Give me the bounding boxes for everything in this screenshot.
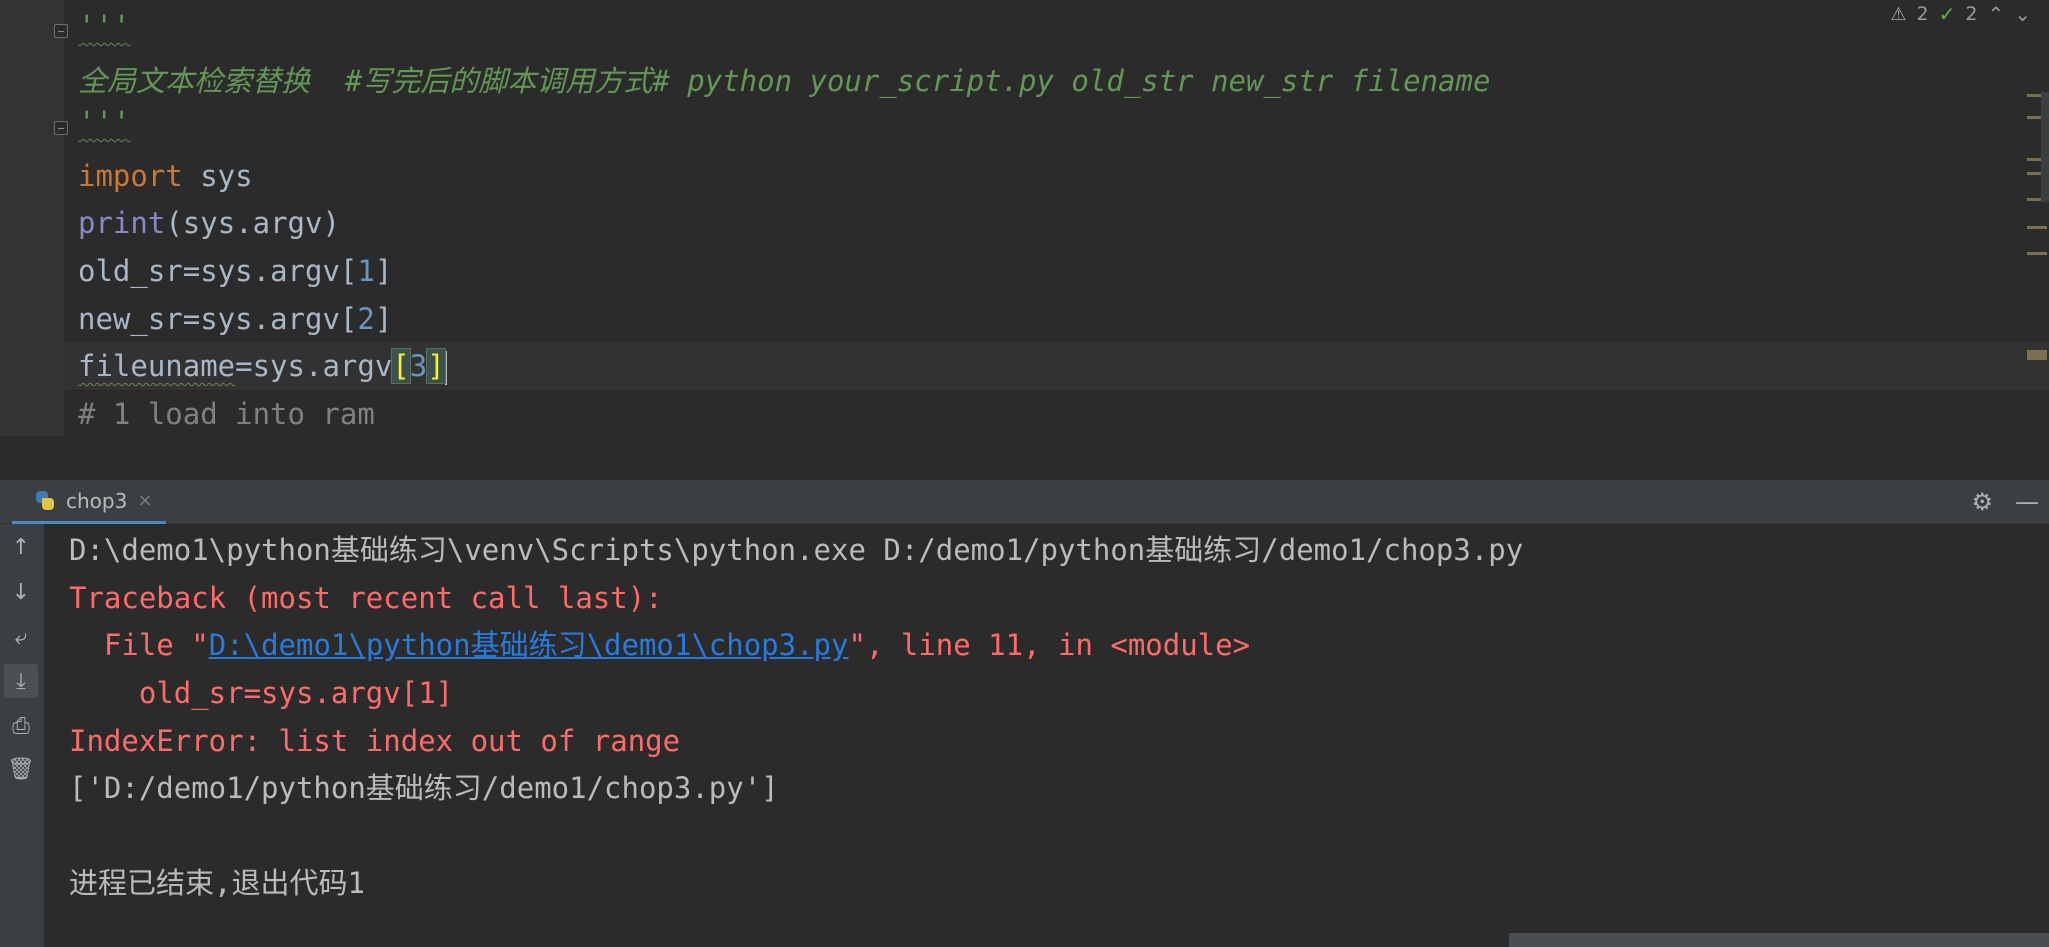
var-new-sr: new_sr bbox=[78, 302, 183, 336]
inspection-widget[interactable]: ⚠ 2 ✓ 2 ⌃ ⌄ bbox=[1890, 0, 2031, 28]
run-tool-window: chop3 × ⚙ — ↑ ↓ ⤶ ⤓ ⎙ 🗑 D:\demo1\python基… bbox=[0, 480, 2049, 947]
code-line-old-sr: old_sr=sys.argv[1] bbox=[78, 247, 392, 295]
weak-warning-count: 2 bbox=[1965, 3, 1978, 25]
code-line-docstring-text: 全局文本检索替换 #写完后的脚本调用方式# python your_script… bbox=[78, 64, 1491, 98]
assign-expr: =sys.argv[ bbox=[182, 302, 358, 336]
file-suffix: ", line 11, in <module> bbox=[848, 628, 1251, 662]
fold-toggle-icon[interactable] bbox=[54, 24, 68, 38]
print-args: (sys.argv) bbox=[165, 206, 340, 240]
minimize-icon[interactable]: — bbox=[2015, 488, 2039, 516]
python-icon bbox=[34, 490, 56, 512]
run-toolbar: ↑ ↓ ⤶ ⤓ ⎙ 🗑 bbox=[0, 524, 44, 947]
editor-vertical-scrollbar[interactable] bbox=[2041, 92, 2049, 202]
trash-icon[interactable]: 🗑 bbox=[4, 752, 38, 786]
stripe-marker[interactable] bbox=[2027, 226, 2047, 229]
var-old-sr: old_sr bbox=[78, 254, 183, 288]
code-line-docstring-close: ''' bbox=[78, 105, 131, 139]
editor-gutter bbox=[0, 0, 68, 436]
code-line-import: import sys bbox=[78, 152, 253, 200]
import-module: sys bbox=[182, 159, 253, 193]
gear-icon[interactable]: ⚙ bbox=[1971, 488, 1993, 516]
tab-label: chop3 bbox=[66, 488, 128, 513]
index-number: 3 bbox=[409, 349, 428, 383]
run-tool-header: chop3 × ⚙ — bbox=[0, 480, 2049, 524]
editor-bottom-space bbox=[0, 436, 2049, 480]
close-icon[interactable]: × bbox=[137, 490, 152, 511]
code-line-comment: # 1 load into ram bbox=[78, 397, 375, 431]
console-output[interactable]: D:\demo1\python基础练习\venv\Scripts\python.… bbox=[44, 524, 2049, 947]
traceback-file-link[interactable]: D:\demo1\python基础练习\demo1\chop3.py bbox=[209, 628, 849, 662]
stripe-marker-current[interactable] bbox=[2027, 350, 2047, 360]
console-argv-output: ['D:/demo1/python基础练习/demo1/chop3.py'] bbox=[69, 771, 779, 805]
soft-wrap-icon[interactable]: ⤶ bbox=[4, 620, 38, 654]
text-caret bbox=[444, 351, 447, 385]
index-number: 2 bbox=[357, 302, 375, 336]
fold-toggle-icon[interactable] bbox=[54, 121, 68, 135]
code-line-fileuname: fileuname=sys.argv[3] bbox=[78, 342, 447, 390]
console-traceback-file: File "D:\demo1\python基础练习\demo1\chop3.py… bbox=[69, 621, 1250, 669]
scroll-to-end-icon[interactable]: ⤓ bbox=[4, 664, 38, 698]
down-arrow-icon[interactable]: ↓ bbox=[4, 575, 38, 609]
index-number: 1 bbox=[357, 254, 375, 288]
warning-triangle-icon: ⚠ bbox=[1890, 3, 1907, 25]
console-horizontal-scrollbar[interactable] bbox=[1509, 933, 2049, 947]
up-arrow-icon[interactable]: ↑ bbox=[4, 530, 38, 564]
chevron-down-icon[interactable]: ⌄ bbox=[2014, 2, 2031, 26]
console-exit-message: 进程已结束,退出代码1 bbox=[69, 866, 365, 900]
checkmark-icon: ✓ bbox=[1938, 2, 1956, 26]
code-line-new-sr: new_sr=sys.argv[2] bbox=[78, 295, 392, 343]
assign-expr: =sys.argv bbox=[235, 349, 393, 383]
code-line-print: print(sys.argv) bbox=[78, 199, 340, 247]
var-fileuname: fileuname bbox=[78, 349, 236, 383]
code-line-docstring-open: ''' bbox=[78, 9, 131, 43]
builtin-print: print bbox=[78, 206, 166, 240]
run-header-actions: ⚙ — bbox=[1971, 480, 2039, 524]
file-prefix: File " bbox=[69, 628, 209, 662]
close-bracket: ] bbox=[374, 254, 393, 288]
warning-count: 2 bbox=[1916, 3, 1929, 25]
console-command-line: D:\demo1\python基础练习\venv\Scripts\python.… bbox=[69, 533, 1524, 567]
stripe-marker[interactable] bbox=[2027, 252, 2047, 255]
keyword-import: import bbox=[78, 159, 183, 193]
code-editor[interactable]: ''' 全局文本检索替换 #写完后的脚本调用方式# python your_sc… bbox=[0, 0, 2049, 480]
close-bracket: ] bbox=[374, 302, 393, 336]
assign-expr: =sys.argv[ bbox=[182, 254, 358, 288]
chevron-up-icon[interactable]: ⌃ bbox=[1987, 2, 2004, 26]
console-error-message: IndexError: list index out of range bbox=[69, 724, 681, 758]
tab-chop3[interactable]: chop3 × bbox=[12, 480, 167, 524]
print-icon[interactable]: ⎙ bbox=[4, 709, 38, 743]
console-traceback-source: old_sr=sys.argv[1] bbox=[69, 676, 454, 710]
open-bracket-highlight: [ bbox=[391, 348, 411, 384]
console-traceback-header: Traceback (most recent call last): bbox=[69, 581, 663, 615]
close-bracket-highlight: ] bbox=[426, 348, 446, 384]
